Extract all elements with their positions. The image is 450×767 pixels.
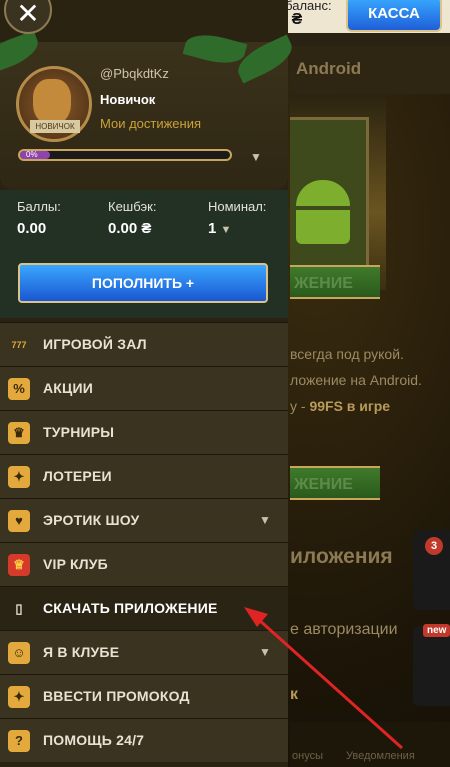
progress-label: 0% xyxy=(20,151,50,159)
achievements-link[interactable]: Мои достижения xyxy=(100,116,201,131)
background-download-button[interactable]: ЖЕНИЕ xyxy=(290,265,380,299)
background-text-line: е авторизации xyxy=(290,621,398,638)
menu-item-label: СКАЧАТЬ ПРИЛОЖЕНИЕ xyxy=(43,600,218,616)
slots-icon: 777 xyxy=(11,340,27,350)
stats-panel: Баллы: 0.00 Кешбэк: 0.00 ₴ Номинал: 1 ▼ xyxy=(0,190,288,260)
percent-icon: % xyxy=(8,378,30,400)
deposit-button[interactable]: ПОПОЛНИТЬ + xyxy=(18,263,268,303)
background-download-button-2[interactable]: ЖЕНИЕ xyxy=(290,466,380,500)
menu-item-promo[interactable]: ✦ ВВЕСТИ ПРОМОКОД xyxy=(0,674,288,718)
points-value: 0.00 xyxy=(17,220,47,237)
nav-bonuses[interactable]: онусы xyxy=(292,750,323,762)
lion-icon: ☺ xyxy=(8,642,30,664)
promo-icon: ✦ xyxy=(8,686,30,708)
nav-notifications[interactable]: Уведомления xyxy=(346,750,415,762)
menu-item-label: ЛОТЕРЕИ xyxy=(43,468,112,484)
side-menu: НОВИЧОК @PbqkdtKz Новичок Мои достижения… xyxy=(0,0,298,767)
new-tag: new xyxy=(423,624,450,637)
chevron-down-icon: ▼ xyxy=(259,513,271,527)
menu-item-ticket[interactable]: ✦ ЛОТЕРЕИ xyxy=(0,454,288,498)
menu-item-lion[interactable]: ☺ Я В КЛУБЕ ▼ xyxy=(0,630,288,674)
cashback-value: 0.00 ₴ xyxy=(108,220,152,237)
menu-list: 777 ИГРОВОЙ ЗАЛ% АКЦИИ ♛ ТУРНИРЫ ✦ ЛОТЕРЕИ ♥ ЭРО… xyxy=(0,322,288,762)
menu-item-slots[interactable]: 777 ИГРОВОЙ ЗАЛ xyxy=(0,322,288,366)
deposit-section: ПОПОЛНИТЬ + xyxy=(0,252,288,318)
background-text-line: у - 99FS в игре xyxy=(290,398,391,414)
menu-item-label: Я В КЛУБЕ xyxy=(43,644,120,660)
rank-title: Новичок xyxy=(100,92,156,107)
menu-item-label: ИГРОВОЙ ЗАЛ xyxy=(43,336,147,352)
background-text-line: к xyxy=(290,686,299,703)
trophy-icon: ♛ xyxy=(8,422,30,444)
gift-widget[interactable] xyxy=(413,626,450,706)
nominal-label: Номинал: xyxy=(208,199,267,214)
points-label: Баллы: xyxy=(17,199,61,214)
menu-item-percent[interactable]: % АКЦИИ xyxy=(0,366,288,410)
menu-item-trophy[interactable]: ♛ ТУРНИРЫ xyxy=(0,410,288,454)
menu-item-label: ЭРОТИК ШОУ xyxy=(43,512,140,528)
cashback-label: Кешбэк: xyxy=(108,199,157,214)
crown-icon: ♕ xyxy=(8,554,30,576)
rank-progress-bar: 0% xyxy=(18,149,232,161)
leaf-decoration xyxy=(182,28,248,70)
menu-item-phone[interactable]: ▯ СКАЧАТЬ ПРИЛОЖЕНИЕ xyxy=(0,586,288,630)
menu-item-label: ТУРНИРЫ xyxy=(43,424,115,440)
chevron-down-icon[interactable]: ▼ xyxy=(250,150,262,164)
background-section-title: иложения xyxy=(290,545,393,568)
kassa-button[interactable]: КАССА xyxy=(346,0,442,32)
username: @PbqkdtKz xyxy=(100,66,169,81)
menu-item-strawberry[interactable]: ♥ ЭРОТИК ШОУ ▼ xyxy=(0,498,288,542)
nominal-select[interactable]: 1 ▼ xyxy=(208,220,231,237)
strawberry-icon: ♥ xyxy=(8,510,30,532)
background-text-line: всегда под рукой. xyxy=(290,346,404,362)
leaf-decoration xyxy=(0,30,43,76)
menu-item-help[interactable]: ? ПОМОЩЬ 24/7 xyxy=(0,718,288,762)
menu-item-label: АКЦИИ xyxy=(43,380,94,396)
background-header: Android xyxy=(290,46,450,94)
rank-badge: НОВИЧОК xyxy=(30,120,80,133)
notification-badge: 3 xyxy=(425,537,443,555)
phone-icon: ▯ xyxy=(15,601,23,616)
menu-item-label: ВВЕСТИ ПРОМОКОД xyxy=(43,688,190,704)
android-icon xyxy=(296,180,350,244)
menu-item-crown[interactable]: ♕ VIP КЛУБ xyxy=(0,542,288,586)
chevron-down-icon: ▼ xyxy=(259,645,271,659)
mask-icon xyxy=(33,79,71,125)
background-text-line: ложение на Android. xyxy=(290,372,422,388)
help-icon: ? xyxy=(8,730,30,752)
ticket-icon: ✦ xyxy=(8,466,30,488)
menu-item-label: ПОМОЩЬ 24/7 xyxy=(43,732,145,748)
bottom-nav: онусы Уведомления xyxy=(290,722,450,767)
android-phone-image xyxy=(290,95,386,290)
chevron-down-icon: ▼ xyxy=(220,224,232,236)
menu-item-label: VIP КЛУБ xyxy=(43,556,108,572)
